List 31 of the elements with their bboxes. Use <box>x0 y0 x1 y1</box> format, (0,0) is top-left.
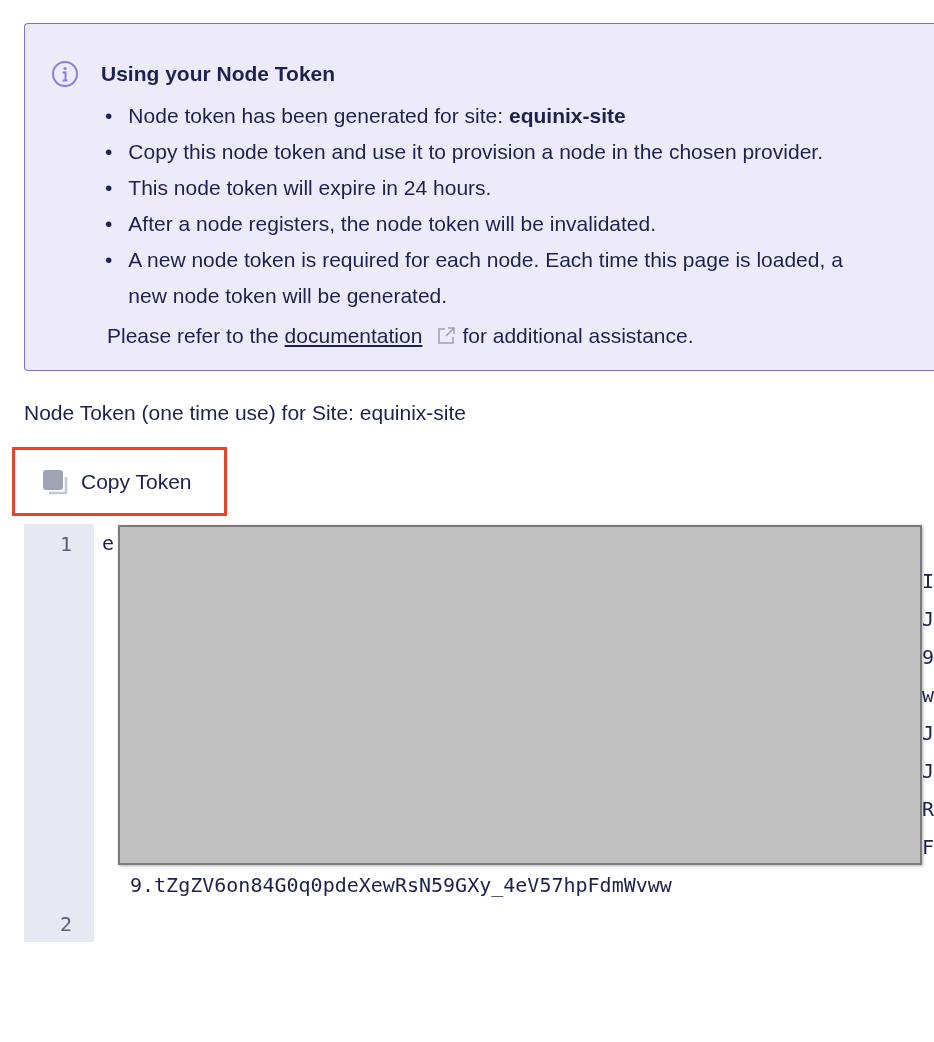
bullet-marker: • <box>105 139 113 165</box>
documentation-link[interactable]: documentation <box>284 324 423 348</box>
line-number: 2 <box>24 904 94 942</box>
token-text: J <box>921 607 934 631</box>
bullet-marker: • <box>105 175 113 201</box>
token-text: F <box>921 835 934 859</box>
token-text: J <box>921 721 934 745</box>
info-bullet: After a node registers, the node token will be invalidated. <box>128 211 656 237</box>
info-bullet: This node token will expire in 24 hours. <box>128 175 492 201</box>
bullet-marker: • <box>105 211 113 237</box>
token-text: I <box>921 569 934 593</box>
info-bullet: A new node token is required for each node. Each time this page is loaded, a new node token will be generated. <box>128 247 844 309</box>
token-text: 9.tZgZV6on84G0q0pdeXewRsN59GXy_4eV57hpFdmWvww <box>130 873 672 897</box>
info-title: Using your Node Token <box>101 62 336 86</box>
footer-text: Please refer to the <box>107 324 279 348</box>
copy-token-button[interactable]: Copy Token <box>12 447 227 516</box>
line-number: 1 <box>24 524 94 904</box>
bullet-marker: • <box>105 103 113 129</box>
external-link-icon <box>436 326 457 346</box>
bullet-marker: • <box>105 247 113 273</box>
info-bullet: Node token has been generated for site: equinix-site <box>128 103 626 129</box>
token-text: J <box>921 759 934 783</box>
token-text: R <box>921 797 934 821</box>
token-text: w <box>921 683 934 707</box>
info-icon <box>51 60 79 88</box>
token-text: e <box>102 531 115 555</box>
footer-text: for additional assistance. <box>462 324 694 348</box>
token-text: 9 <box>921 645 934 669</box>
info-bullet: Copy this node token and use it to provision a node in the chosen provider. <box>128 139 823 165</box>
token-label: Node Token (one time use) for Site: equinix-site <box>24 401 467 425</box>
copy-icon <box>41 467 69 496</box>
